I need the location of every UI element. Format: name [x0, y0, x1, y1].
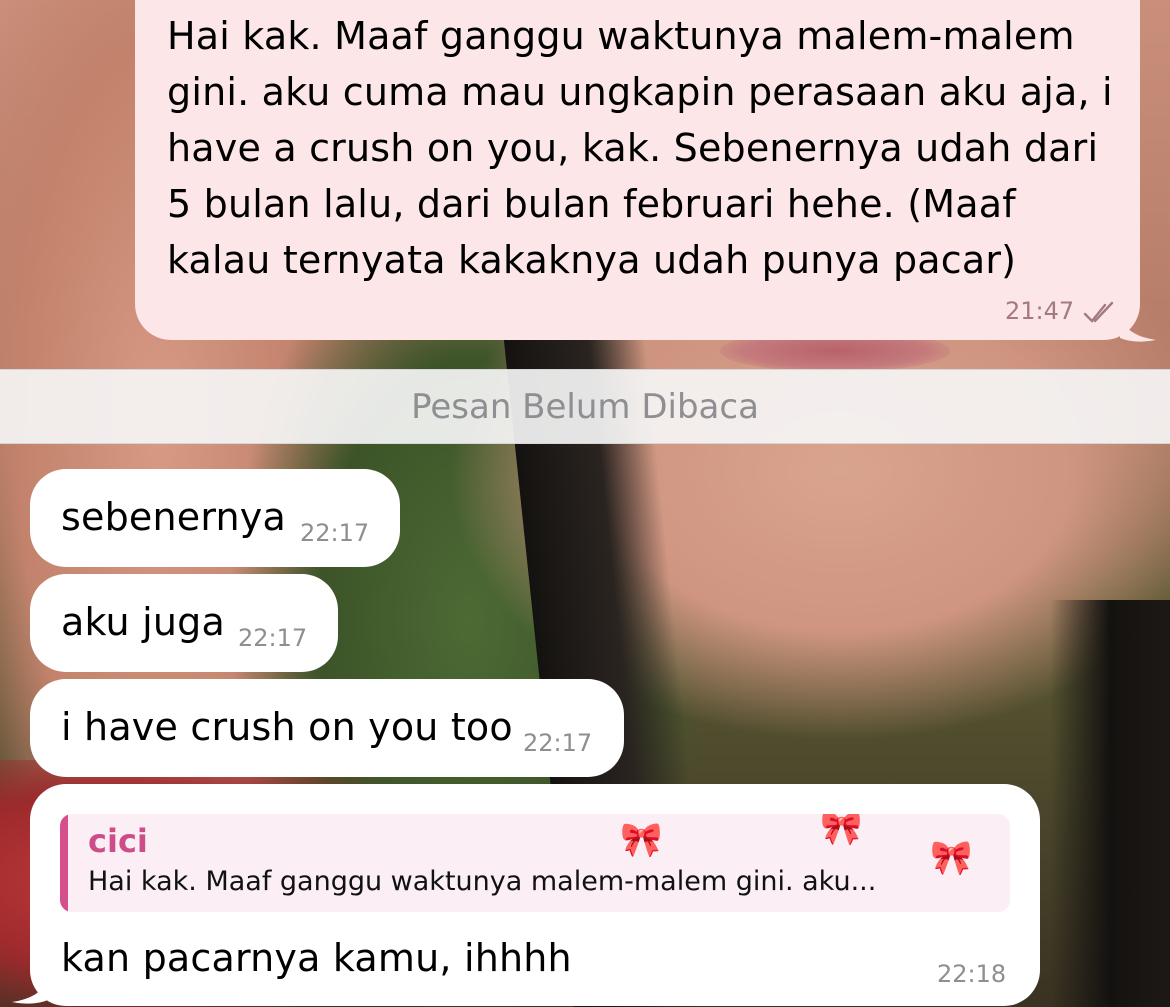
incoming-message-bubble[interactable]: aku juga 22:17	[30, 574, 338, 672]
quoted-sender-name: cici	[88, 822, 148, 860]
incoming-message-time: 22:17	[300, 519, 370, 547]
outgoing-bubble-tail	[1120, 318, 1156, 342]
incoming-message-bubble[interactable]: i have crush on you too 22:17	[30, 679, 624, 777]
outgoing-message-line: have a crush on you, kak. Sebenernya uda…	[167, 126, 1099, 170]
bow-decoration-icon: 🎀	[620, 820, 663, 860]
quote-accent-bar	[60, 814, 68, 912]
incoming-bubble-tail	[12, 980, 48, 1004]
outgoing-message-line: kalau ternyata kakaknya udah punya pacar…	[167, 238, 1017, 282]
reply-message-text: kan pacarnya kamu, ihhhh	[61, 936, 572, 980]
unread-messages-divider: Pesan Belum Dibaca	[0, 369, 1170, 444]
reply-message-time: 22:18	[937, 960, 1007, 988]
incoming-message-text: i have crush on you too	[61, 705, 513, 749]
incoming-message-bubble[interactable]: sebenernya 22:17	[30, 469, 400, 567]
outgoing-message-time: 21:47	[1005, 297, 1075, 325]
outgoing-message-line: 5 bulan lalu, dari bulan februari hehe. …	[167, 182, 1016, 226]
unread-divider-label: Pesan Belum Dibaca	[411, 386, 759, 427]
double-check-icon	[1083, 301, 1114, 323]
incoming-message-time: 22:17	[523, 729, 593, 757]
bow-decoration-icon: 🎀	[820, 814, 863, 848]
outgoing-message-line: Hai kak. Maaf ganggu waktunya malem-male…	[167, 14, 1075, 58]
incoming-message-text: aku juga	[61, 600, 225, 644]
wallpaper-hair-right	[1050, 600, 1170, 1007]
incoming-message-text: sebenernya	[61, 495, 286, 539]
outgoing-message-line: gini. aku cuma mau ungkapin perasaan aku…	[167, 70, 1113, 114]
quoted-message-preview[interactable]: 🎀 🎀 🎀 cici Hai kak. Maaf ganggu waktunya…	[60, 814, 1010, 912]
quoted-message-text: Hai kak. Maaf ganggu waktunya malem-male…	[88, 866, 877, 897]
outgoing-message-bubble[interactable]: Hai kak. Maaf ganggu waktunya malem-male…	[135, 0, 1140, 340]
incoming-message-time: 22:17	[238, 624, 308, 652]
